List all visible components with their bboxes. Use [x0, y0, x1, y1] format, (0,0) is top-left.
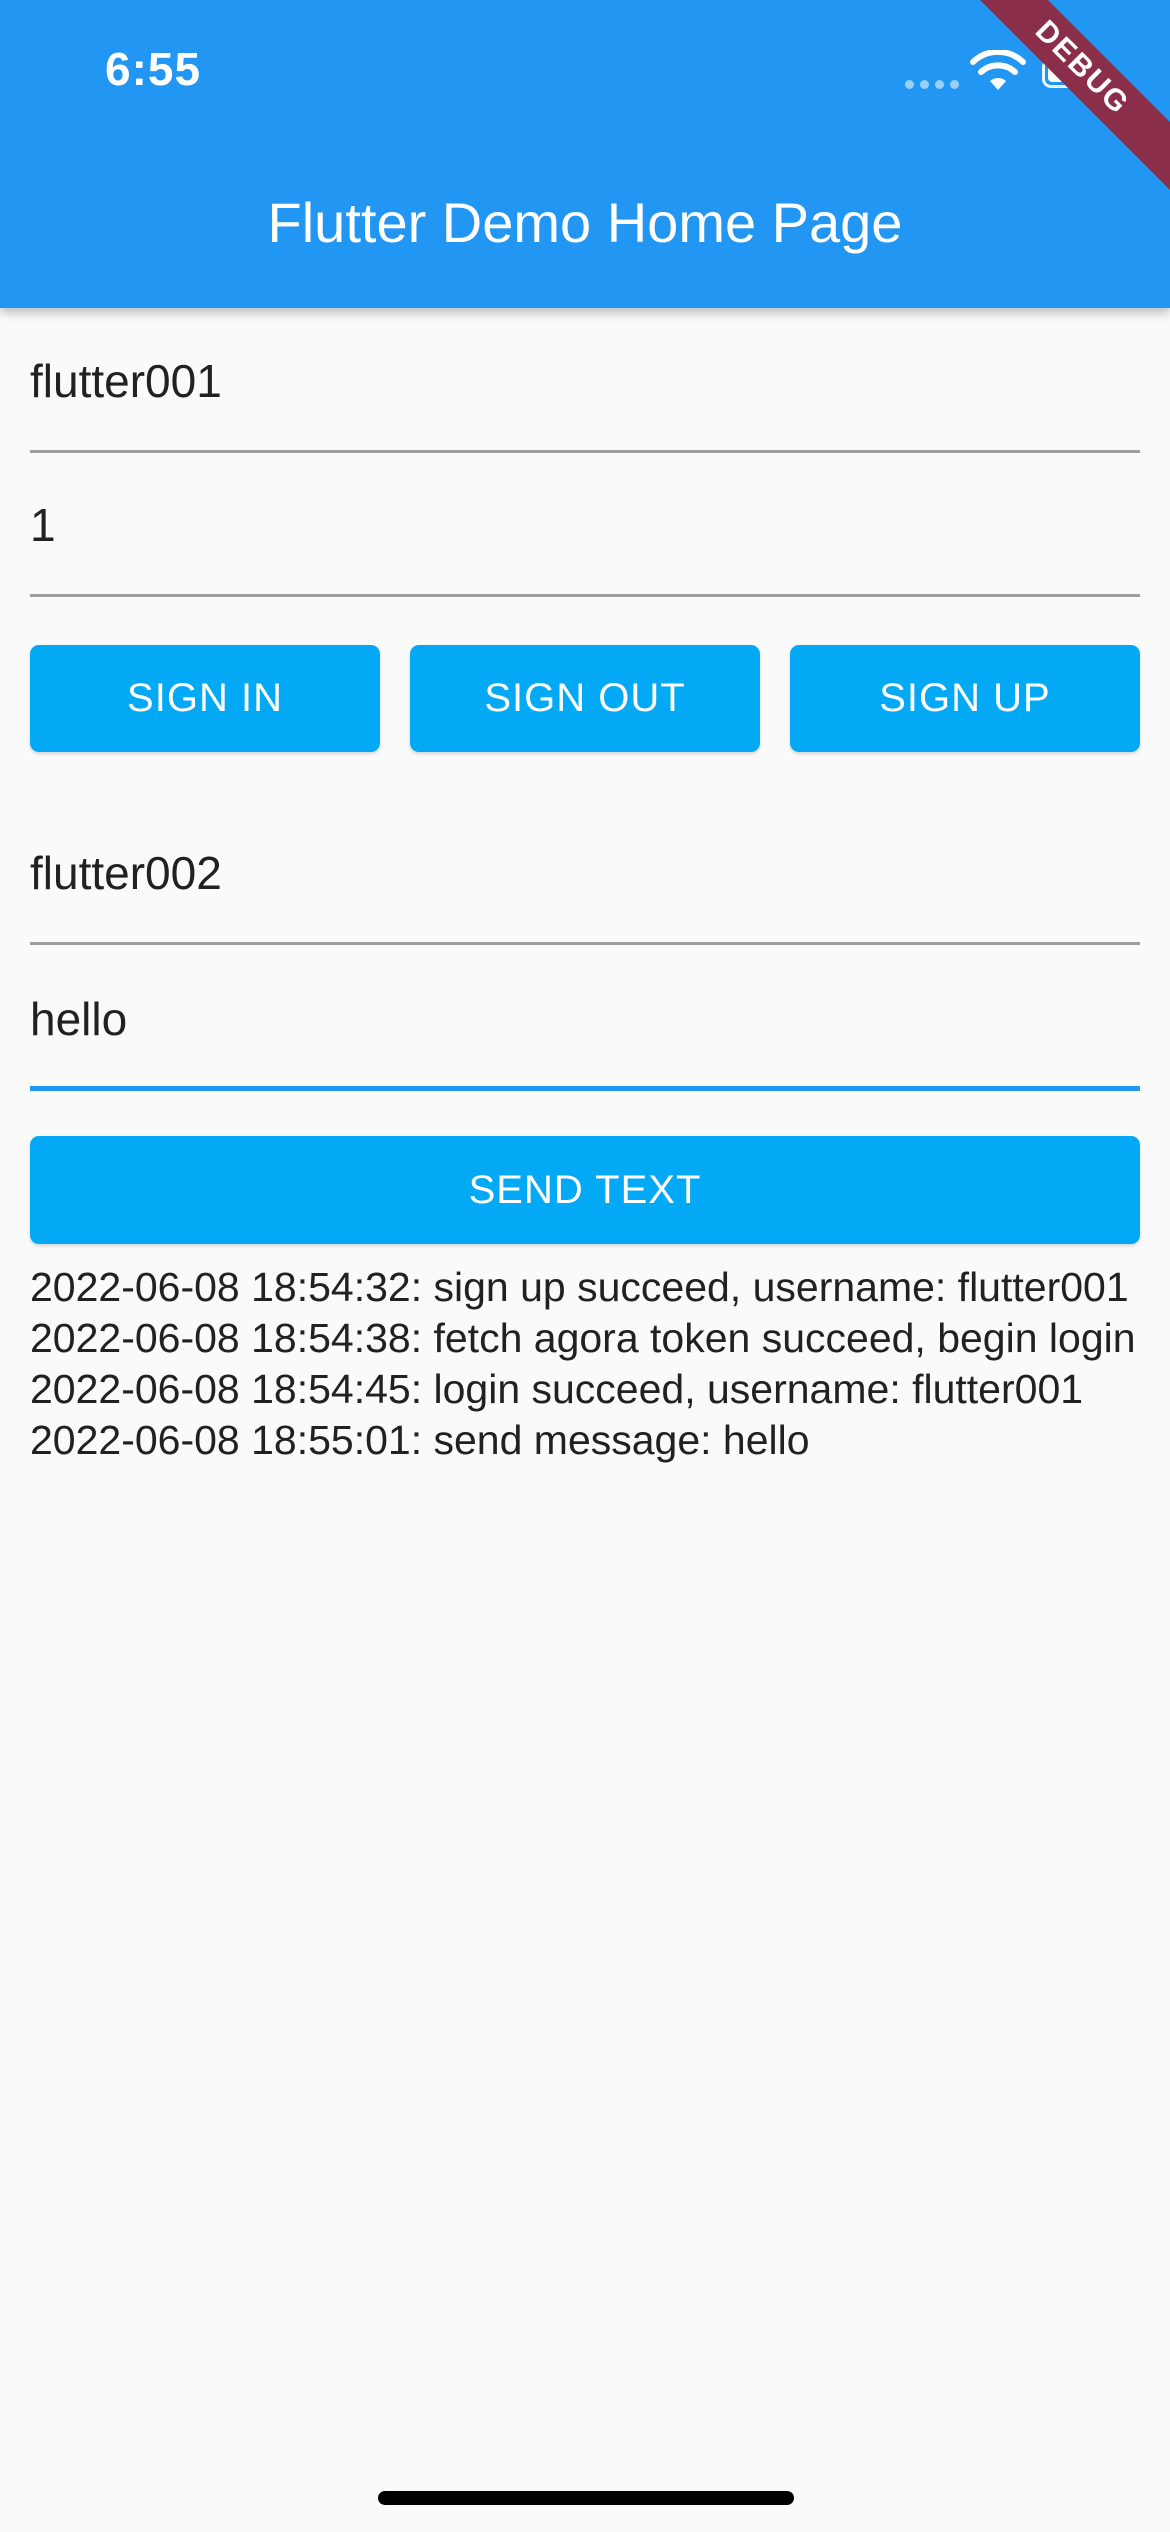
home-indicator[interactable] [378, 2491, 794, 2505]
status-time: 6:55 [105, 43, 202, 95]
app-bar: 6:55 Flutter Demo Home Page [0, 0, 1170, 308]
username-value: flutter001 [30, 355, 222, 407]
page-title: Flutter Demo Home Page [267, 191, 903, 254]
sign-in-button[interactable]: SIGN IN [30, 645, 380, 752]
password-field[interactable]: 1 [30, 453, 1140, 597]
cellular-signal-icon [905, 80, 959, 89]
log-line: 2022-06-08 18:54:38: fetch agora token s… [30, 1315, 1136, 1361]
sign-out-button[interactable]: SIGN OUT [410, 645, 760, 752]
password-value: 1 [30, 499, 56, 551]
event-log: 2022-06-08 18:54:32: sign up succeed, us… [30, 1262, 1140, 1466]
recipient-field[interactable]: flutter002 [30, 800, 1140, 945]
log-line: 2022-06-08 18:54:45: login succeed, user… [30, 1366, 1084, 1412]
message-value: hello [30, 993, 128, 1045]
wifi-icon [970, 50, 1026, 90]
sign-up-button[interactable]: SIGN UP [790, 645, 1140, 752]
recipient-value: flutter002 [30, 847, 222, 899]
username-field[interactable]: flutter001 [30, 308, 1140, 453]
log-line: 2022-06-08 18:55:01: send message: hello [30, 1417, 810, 1463]
message-field[interactable]: hello [30, 945, 1140, 1091]
send-text-button[interactable]: SEND TEXT [30, 1136, 1140, 1244]
log-line: 2022-06-08 18:54:32: sign up succeed, us… [30, 1264, 1129, 1310]
